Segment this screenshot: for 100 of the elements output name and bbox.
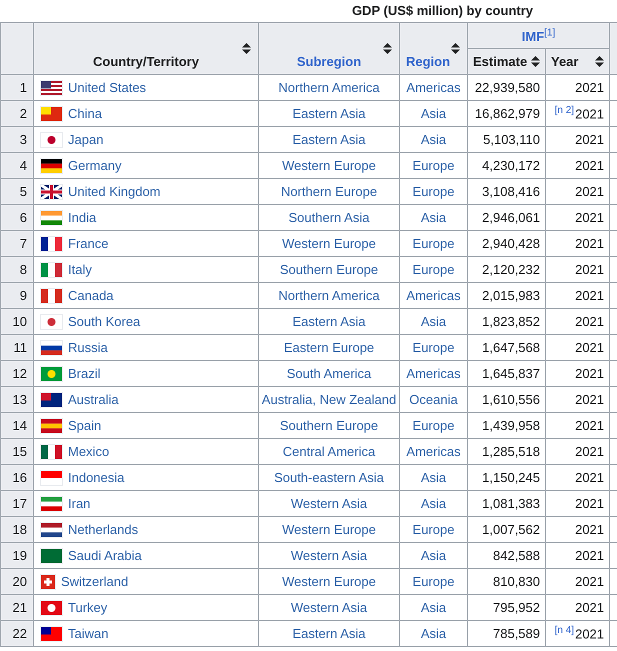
rank-number: 13 <box>0 386 34 412</box>
country-link[interactable]: Italy <box>68 262 92 277</box>
estimate-cell: 22,939,580 <box>468 74 546 100</box>
year-value: 2021 <box>575 522 604 537</box>
flag-icon <box>40 80 63 96</box>
year-value: 2021 <box>575 288 604 303</box>
country-link[interactable]: Mexico <box>68 444 110 459</box>
estimate-cell: 810,830 <box>468 568 546 594</box>
flag-icon <box>40 548 63 564</box>
rank-number: 1 <box>0 74 34 100</box>
country-link[interactable]: Russia <box>68 340 108 355</box>
estimate-cell: 1,439,958 <box>468 412 546 438</box>
estimate-cell: 4,230,172 <box>468 152 546 178</box>
flag-icon <box>40 626 63 642</box>
flag-icon <box>40 288 63 304</box>
column-header: Estimate <box>473 54 528 69</box>
country-link[interactable]: Saudi Arabia <box>68 548 142 563</box>
rank-number: 6 <box>0 204 34 230</box>
year-value: 2021 <box>575 340 604 355</box>
country-link[interactable]: Spain <box>68 418 102 433</box>
estimate-cell: 1,285,518 <box>468 438 546 464</box>
rank-number: 19 <box>0 542 34 568</box>
rank-number: 14 <box>0 412 34 438</box>
country-link[interactable]: Netherlands <box>68 522 138 537</box>
country-link[interactable]: Australia <box>68 392 119 407</box>
year-value: 2021 <box>575 600 604 615</box>
year-value: 2021 <box>575 80 604 95</box>
table-title: GDP (US$ million) by country <box>350 2 534 20</box>
rank-number: 17 <box>0 490 34 516</box>
rank-number: 9 <box>0 282 34 308</box>
sort-icon[interactable] <box>242 43 251 54</box>
footnote-link[interactable]: [n 4] <box>554 625 574 636</box>
flag-icon <box>40 262 63 278</box>
flag-icon <box>40 522 63 538</box>
estimate-cell: 2,015,983 <box>468 282 546 308</box>
country-link[interactable]: Turkey <box>68 600 108 615</box>
estimate-cell: 16,862,979 <box>468 100 546 126</box>
country-link[interactable]: China <box>68 106 102 121</box>
country-link[interactable]: Germany <box>68 158 122 173</box>
flag-icon <box>40 236 63 252</box>
estimate-cell: 2,946,061 <box>468 204 546 230</box>
flag-icon <box>40 574 56 590</box>
year-value: 2021 <box>575 366 604 381</box>
sort-icon[interactable] <box>595 56 604 67</box>
country-link[interactable]: Taiwan <box>68 626 108 641</box>
estimate-cell: 1,823,852 <box>468 308 546 334</box>
flag-icon <box>40 496 63 512</box>
estimate-cell: 2,120,232 <box>468 256 546 282</box>
rank-number: 21 <box>0 594 34 620</box>
year-value: 2021 <box>575 262 604 277</box>
rank-number: 2 <box>0 100 34 126</box>
flag-icon <box>40 470 63 486</box>
year-value: 2021 <box>575 626 604 642</box>
estimate-cell: 1,007,562 <box>468 516 546 542</box>
column-group-header[interactable]: IMF$^{[1]}$ <box>522 28 556 44</box>
country-link[interactable]: Indonesia <box>68 470 124 485</box>
flag-icon <box>40 418 63 434</box>
column-header[interactable]: Region <box>406 54 450 69</box>
country-link[interactable]: Iran <box>68 496 90 511</box>
rank-number: 11 <box>0 334 34 360</box>
sort-icon[interactable] <box>383 43 392 54</box>
rank-number: 16 <box>0 464 34 490</box>
rank-number: 18 <box>0 516 34 542</box>
rank-number: 7 <box>0 230 34 256</box>
rank-number: 5 <box>0 178 34 204</box>
year-value: 2021 <box>575 314 604 329</box>
estimate-cell: 1,081,383 <box>468 490 546 516</box>
estimate-cell: 842,588 <box>468 542 546 568</box>
flag-icon <box>40 314 63 330</box>
rank-number: 22 <box>0 620 34 646</box>
estimate-cell: 795,952 <box>468 594 546 620</box>
estimate-cell: 1,645,837 <box>468 360 546 386</box>
year-value: 2021 <box>575 158 604 173</box>
rank-number: 12 <box>0 360 34 386</box>
estimate-cell: 1,610,556 <box>468 386 546 412</box>
estimate-cell: 785,589 <box>468 620 546 646</box>
flag-icon <box>40 392 63 408</box>
country-link[interactable]: France <box>68 236 108 251</box>
flag-icon <box>40 106 63 122</box>
country-link[interactable]: Canada <box>68 288 114 303</box>
sort-icon[interactable] <box>531 56 540 67</box>
flag-icon <box>40 366 63 382</box>
footnote-link[interactable]: [n 2] <box>554 105 574 116</box>
country-link[interactable]: Brazil <box>68 366 101 381</box>
rank-number: 4 <box>0 152 34 178</box>
flag-icon <box>40 444 63 460</box>
country-link[interactable]: South Korea <box>68 314 140 329</box>
year-value: 2021 <box>575 496 604 511</box>
column-header: Country/Territory <box>93 54 199 69</box>
column-header[interactable]: Subregion <box>296 54 362 69</box>
year-value: 2021 <box>575 184 604 199</box>
year-value: 2021 <box>575 548 604 563</box>
sort-icon[interactable] <box>451 43 460 54</box>
rank-number: 8 <box>0 256 34 282</box>
country-link[interactable]: Japan <box>68 132 104 147</box>
flag-icon <box>40 340 63 356</box>
estimate-cell: 1,150,245 <box>468 464 546 490</box>
year-value: 2021 <box>575 210 604 225</box>
country-link[interactable]: India <box>68 210 96 225</box>
country-link[interactable]: Switzerland <box>61 574 128 589</box>
